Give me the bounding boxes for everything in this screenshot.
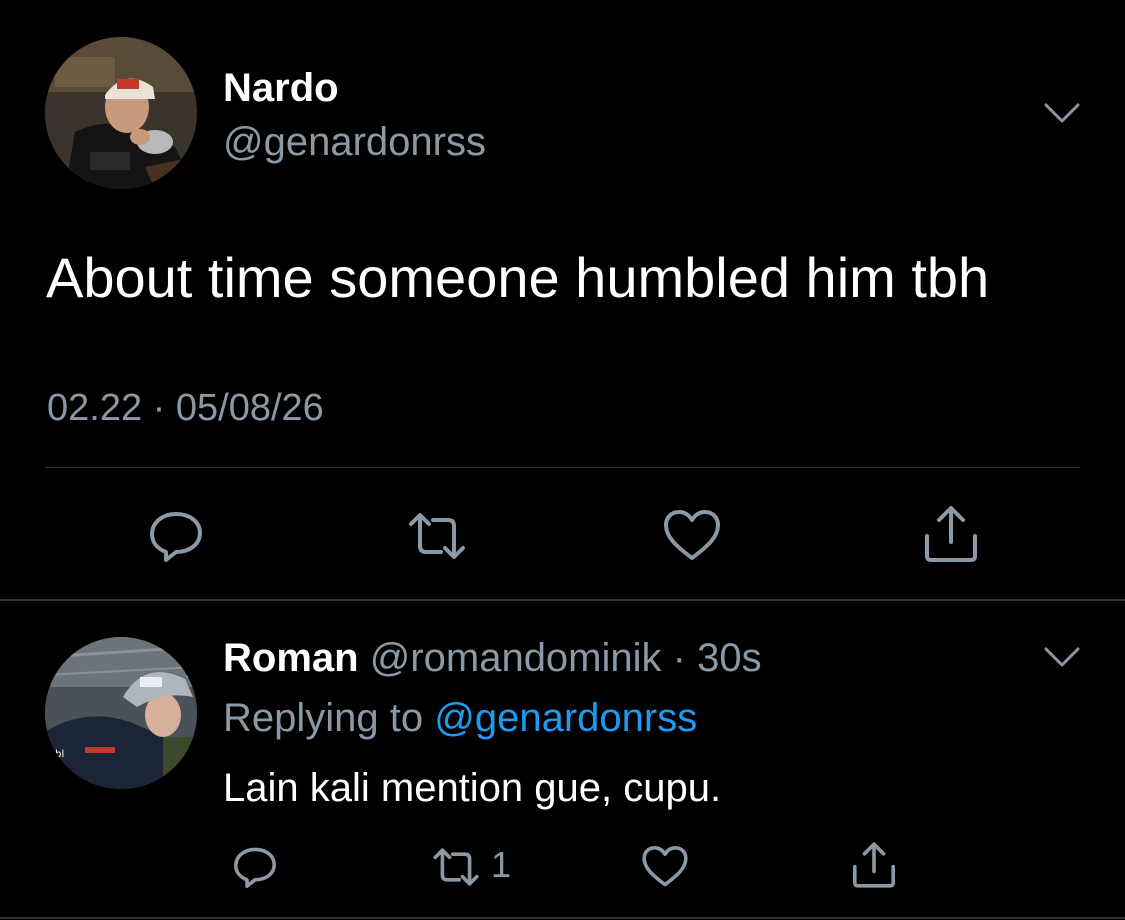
reply-icon[interactable]	[231, 843, 279, 891]
separator-dot: ·	[661, 636, 698, 680]
replying-to-label: Replying to	[223, 696, 435, 740]
like-icon[interactable]	[641, 843, 689, 891]
share-icon[interactable]	[921, 504, 981, 564]
bottom-divider	[0, 917, 1125, 919]
svg-text:1: 1	[185, 665, 194, 681]
tweet-text: About time someone humbled him tbh	[46, 246, 990, 309]
chevron-down-icon[interactable]	[1042, 101, 1082, 125]
replying-to: Replying to @genardonrss	[223, 692, 697, 744]
main-tweet: Nardo @genardonrss About time someone hu…	[0, 0, 1125, 600]
main-author-avatar[interactable]	[45, 37, 197, 189]
tweet-timestamp[interactable]: 02.22 · 05/08/26	[47, 384, 324, 432]
retweet-icon[interactable]	[432, 843, 480, 891]
svg-text:ebl: ebl	[49, 749, 64, 760]
reply-time[interactable]: 30s	[697, 636, 762, 680]
main-author-name[interactable]: Nardo	[223, 64, 339, 112]
reply-author-name[interactable]: Roman	[223, 636, 359, 680]
share-icon[interactable]	[850, 841, 898, 889]
reply-author-handle[interactable]: @romandominik	[370, 636, 662, 680]
replying-to-mention[interactable]: @genardonrss	[434, 696, 697, 740]
reply-text: Lain kali mention gue, cupu.	[223, 766, 722, 810]
main-author-handle[interactable]: @genardonrss	[223, 118, 486, 166]
chevron-down-icon[interactable]	[1042, 645, 1082, 669]
reply-header: Roman @romandominik · 30s	[223, 632, 762, 684]
user-photo-avatar-icon	[45, 37, 197, 189]
like-icon[interactable]	[662, 506, 722, 566]
tweet-divider	[0, 599, 1125, 601]
divider	[45, 467, 1080, 468]
retweet-icon[interactable]	[407, 506, 467, 566]
reply-icon[interactable]	[146, 506, 206, 566]
user-photo-avatar-icon: 1 ebl	[45, 637, 197, 789]
retweet-count: 1	[491, 844, 512, 885]
reply-author-avatar[interactable]: 1 ebl	[45, 637, 197, 789]
